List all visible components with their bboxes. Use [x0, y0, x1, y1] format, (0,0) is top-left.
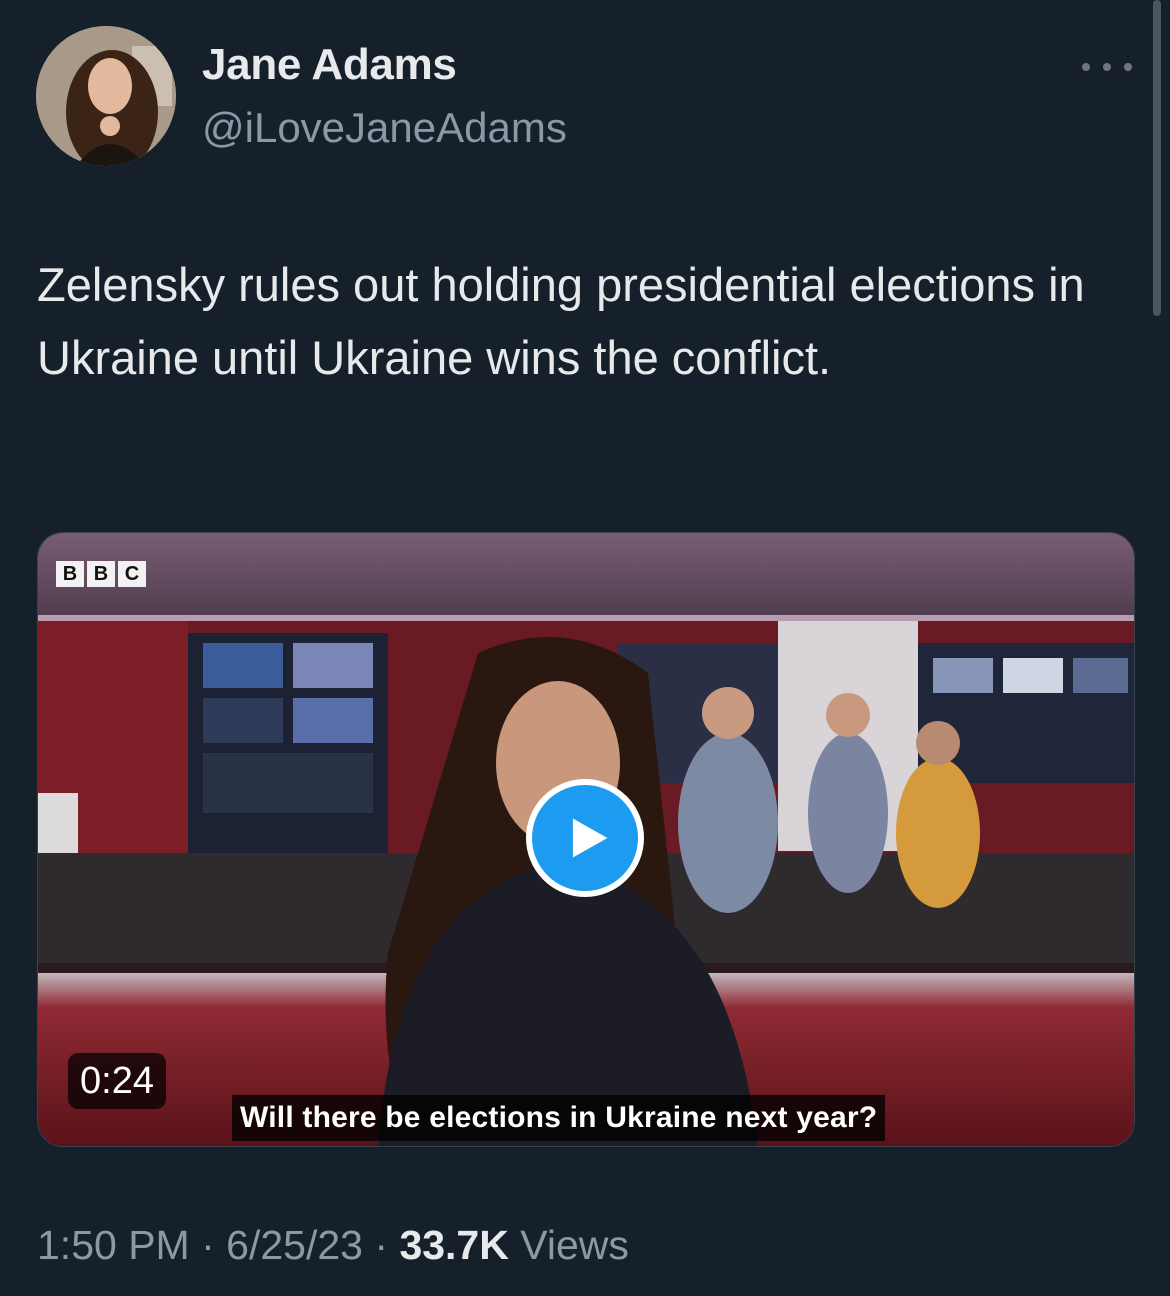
views-count[interactable]: 33.7K: [399, 1222, 508, 1268]
more-options-icon[interactable]: [1082, 52, 1132, 82]
dot: [1124, 63, 1132, 71]
views-label: Views: [520, 1222, 629, 1268]
separator: ·: [374, 1222, 389, 1268]
scrollbar[interactable]: [1153, 0, 1161, 316]
bbc-logo-letter: C: [118, 561, 146, 587]
video-player[interactable]: B B C 0:24 Will there be elections in Uk…: [37, 532, 1135, 1147]
author-display-name[interactable]: Jane Adams: [202, 40, 457, 90]
video-caption: Will there be elections in Ukraine next …: [232, 1095, 886, 1141]
bbc-logo-letter: B: [56, 561, 84, 587]
author-handle[interactable]: @iLoveJaneAdams: [202, 104, 567, 152]
separator: ·: [201, 1222, 215, 1268]
bbc-logo-letter: B: [87, 561, 115, 587]
play-icon: [572, 818, 608, 858]
avatar-photo: [36, 26, 176, 166]
dot: [1103, 63, 1111, 71]
tweet-date[interactable]: 6/25/23: [226, 1222, 363, 1268]
bbc-logo: B B C: [56, 561, 146, 587]
dot: [1082, 63, 1090, 71]
tweet-page: Jane Adams @iLoveJaneAdams Zelensky rule…: [0, 0, 1170, 1296]
video-duration: 0:24: [68, 1053, 166, 1109]
avatar[interactable]: [36, 26, 176, 166]
tweet-text: Zelensky rules out holding presidential …: [37, 258, 1085, 384]
play-button[interactable]: [526, 779, 644, 897]
tweet-metadata: 1:50 PM · 6/25/23 · 33.7K Views: [37, 1222, 629, 1269]
tweet-time[interactable]: 1:50 PM: [37, 1222, 190, 1268]
